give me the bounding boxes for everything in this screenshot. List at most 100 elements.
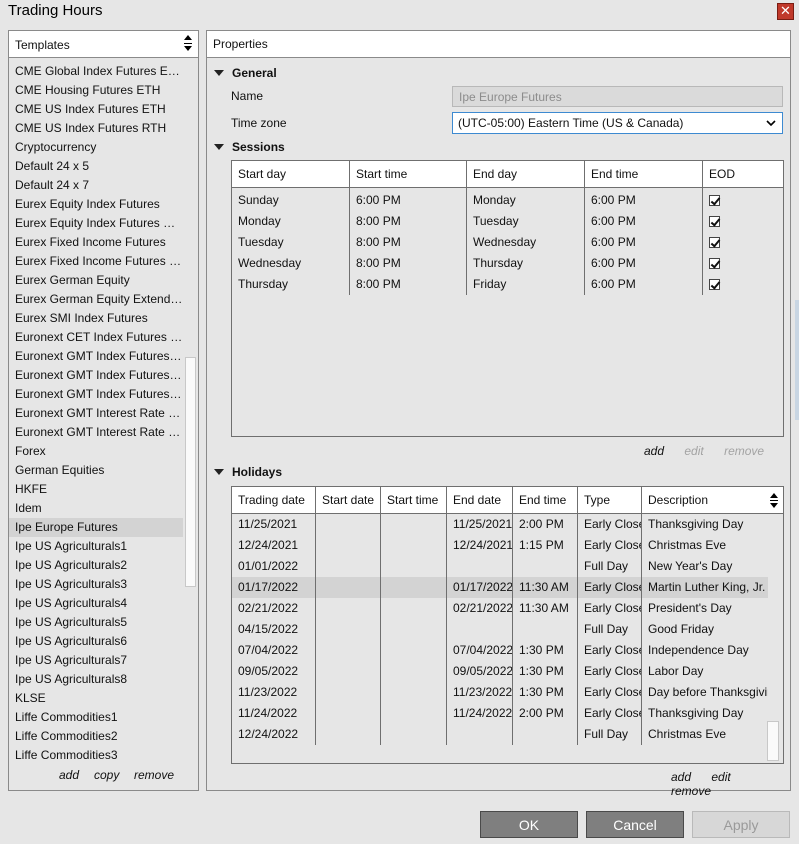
holidays-column-header[interactable]: Trading date	[232, 487, 316, 514]
cancel-button[interactable]: Cancel	[586, 811, 684, 838]
templates-remove-link[interactable]: remove	[134, 768, 174, 782]
sessions-edit-link[interactable]: edit	[684, 444, 703, 458]
holidays-column-header[interactable]: Start date	[316, 487, 381, 514]
template-list-item[interactable]: Ipe US Agriculturals4	[9, 594, 183, 613]
sessions-column-header[interactable]: Start time	[350, 161, 467, 188]
template-list-item[interactable]: Ipe US Agriculturals8	[9, 670, 183, 689]
template-list-item[interactable]: Forex	[9, 442, 183, 461]
sessions-row[interactable]: Thursday 8:00 PM Friday 6:00 PM	[232, 274, 783, 295]
holidays-grid: Trading date Start date Start time End date…	[231, 486, 784, 764]
eod-checkbox[interactable]	[703, 232, 783, 253]
template-list-item[interactable]: Liffe Commodities3	[9, 746, 183, 765]
sessions-row[interactable]: Sunday 6:00 PM Monday 6:00 PM	[232, 190, 783, 211]
template-list-item[interactable]: Eurex German Equity	[9, 271, 183, 290]
holidays-remove-link[interactable]: remove	[671, 784, 711, 798]
sessions-cell-start-day: Sunday	[232, 190, 350, 211]
template-list-item[interactable]: Ipe US Agriculturals6	[9, 632, 183, 651]
general-section-toggle[interactable]: General	[214, 66, 277, 80]
holidays-column-header[interactable]: Description	[642, 487, 768, 514]
holidays-cell-end-time: 2:00 PM	[513, 514, 578, 535]
templates-scrollbar-thumb[interactable]	[185, 357, 196, 587]
sessions-row[interactable]: Wednesday 8:00 PM Thursday 6:00 PM	[232, 253, 783, 274]
template-list-item[interactable]: Default 24 x 7	[9, 176, 183, 195]
template-list-item[interactable]: Eurex Equity Index Futures ETH	[9, 214, 183, 233]
template-list-item[interactable]: Ipe US Agriculturals1	[9, 537, 183, 556]
template-list-item[interactable]: CME Global Index Futures ETH	[9, 62, 183, 81]
sessions-remove-link[interactable]: remove	[724, 444, 764, 458]
holidays-cell-trading-date: 11/24/2022	[232, 703, 316, 724]
template-list-item[interactable]: Cryptocurrency	[9, 138, 183, 157]
holidays-row[interactable]: 02/21/2022 02/21/2022 11:30 AM Early Close P…	[232, 598, 768, 619]
holidays-row[interactable]: 11/24/2022 11/24/2022 2:00 PM Early Close Th…	[232, 703, 768, 724]
sessions-column-header[interactable]: End time	[585, 161, 703, 188]
apply-button[interactable]: Apply	[692, 811, 790, 838]
timezone-select[interactable]: (UTC-05:00) Eastern Time (US & Canada)	[452, 112, 783, 134]
holidays-cell-end-time	[513, 556, 578, 577]
holidays-section-toggle[interactable]: Holidays	[214, 465, 282, 479]
templates-copy-link[interactable]: copy	[94, 768, 119, 782]
holidays-row[interactable]: 01/17/2022 01/17/2022 11:30 AM Early Close M…	[232, 577, 768, 598]
eod-checkbox[interactable]	[703, 190, 783, 211]
template-list-item[interactable]: CME Housing Futures ETH	[9, 81, 183, 100]
template-list-item[interactable]: Ipe US Agriculturals3	[9, 575, 183, 594]
holidays-row[interactable]: 11/25/2021 11/25/2021 2:00 PM Early Close Th…	[232, 514, 768, 535]
holidays-row[interactable]: 12/24/2021 12/24/2021 1:15 PM Early Close Ch…	[232, 535, 768, 556]
template-list-item[interactable]: Euronext GMT Interest Rate ETH	[9, 404, 183, 423]
eod-checkbox[interactable]	[703, 253, 783, 274]
sessions-column-header[interactable]: End day	[467, 161, 585, 188]
sessions-row[interactable]: Monday 8:00 PM Tuesday 6:00 PM	[232, 211, 783, 232]
template-list-item[interactable]: Ipe US Agriculturals2	[9, 556, 183, 575]
template-list-item[interactable]: Eurex SMI Index Futures	[9, 309, 183, 328]
holidays-column-header[interactable]: Type	[578, 487, 642, 514]
template-list-item[interactable]: HKFE	[9, 480, 183, 499]
template-list-item[interactable]: Eurex German Equity Extended	[9, 290, 183, 309]
eod-checkbox[interactable]	[703, 274, 783, 295]
holidays-edit-link[interactable]: edit	[711, 770, 730, 784]
eod-checkbox[interactable]	[703, 211, 783, 232]
template-list-item[interactable]: Idem	[9, 499, 183, 518]
templates-add-link[interactable]: add	[59, 768, 79, 782]
template-list-item[interactable]: KLSE	[9, 689, 183, 708]
close-icon[interactable]: ✕	[777, 3, 794, 20]
template-list-item[interactable]: Eurex Equity Index Futures	[9, 195, 183, 214]
template-list-item[interactable]: CME US Index Futures ETH	[9, 100, 183, 119]
holidays-column-header[interactable]: End time	[513, 487, 578, 514]
sessions-row[interactable]: Tuesday 8:00 PM Wednesday 6:00 PM	[232, 232, 783, 253]
holidays-row[interactable]: 07/04/2022 07/04/2022 1:30 PM Early Close In…	[232, 640, 768, 661]
template-list-item[interactable]: Ipe US Agriculturals5	[9, 613, 183, 632]
template-list-item[interactable]: Eurex Fixed Income Futures	[9, 233, 183, 252]
holidays-column-header[interactable]: Start time	[381, 487, 447, 514]
template-list-item[interactable]: Euronext CET Index Futures ETH	[9, 328, 183, 347]
template-list-item[interactable]: Liffe Commodities2	[9, 727, 183, 746]
holidays-row[interactable]: 11/23/2022 11/23/2022 1:30 PM Early Close Da…	[232, 682, 768, 703]
sort-arrows-icon[interactable]	[184, 33, 194, 55]
holidays-add-link[interactable]: add	[671, 770, 691, 784]
sort-arrows-icon[interactable]	[770, 490, 780, 512]
holidays-cell-trading-date: 09/05/2022	[232, 661, 316, 682]
holidays-column-header[interactable]: End date	[447, 487, 513, 514]
sessions-column-header[interactable]: EOD	[703, 161, 783, 188]
sessions-column-header[interactable]: Start day	[232, 161, 350, 188]
template-list-item[interactable]: Eurex Fixed Income Futures ETH	[9, 252, 183, 271]
template-list-item[interactable]: Euronext GMT Index Futures ETH	[9, 347, 183, 366]
template-list-item[interactable]: Default 24 x 5	[9, 157, 183, 176]
template-list-item[interactable]: CME US Index Futures RTH	[9, 119, 183, 138]
template-list-item[interactable]: Euronext GMT Index Futures RTH	[9, 366, 183, 385]
holidays-row[interactable]: 01/01/2022 Full Day New Year's Day	[232, 556, 768, 577]
holidays-row[interactable]: 12/24/2022 Full Day Christmas Eve	[232, 724, 768, 745]
template-list-item[interactable]: Euronext GMT Interest Rate RTH	[9, 423, 183, 442]
ok-button[interactable]: OK	[480, 811, 578, 838]
template-list-item[interactable]: Ipe US Agriculturals7	[9, 651, 183, 670]
sessions-add-link[interactable]: add	[644, 444, 664, 458]
sessions-cell-start-day: Monday	[232, 211, 350, 232]
holidays-row[interactable]: 09/05/2022 09/05/2022 1:30 PM Early Close La…	[232, 661, 768, 682]
holidays-row[interactable]: 04/15/2022 Full Day Good Friday	[232, 619, 768, 640]
template-list-item[interactable]: Euronext GMT Index Futures SP	[9, 385, 183, 404]
template-list-item[interactable]: Ipe Europe Futures	[9, 518, 183, 537]
sessions-section-toggle[interactable]: Sessions	[214, 140, 285, 154]
name-field[interactable]: Ipe Europe Futures	[452, 86, 783, 107]
template-list-item[interactable]: German Equities	[9, 461, 183, 480]
holidays-scrollbar-thumb[interactable]	[767, 721, 779, 761]
template-list-item[interactable]: Liffe Commodities1	[9, 708, 183, 727]
templates-header[interactable]: Templates	[9, 31, 198, 58]
